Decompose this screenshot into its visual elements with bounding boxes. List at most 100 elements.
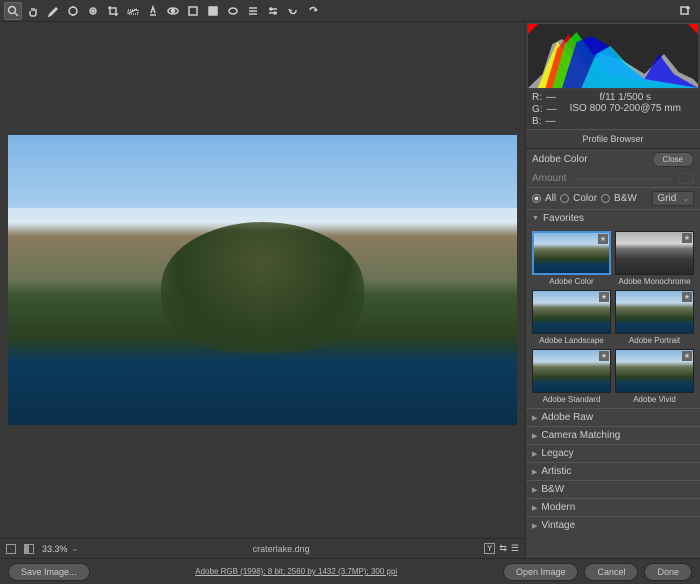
group-header-camera-matching[interactable]: ▶Camera Matching	[526, 426, 700, 444]
group-header-vintage[interactable]: ▶ Vintage	[526, 516, 700, 534]
filter-all-label: All	[545, 193, 556, 204]
group-label: Adobe Raw	[541, 412, 593, 423]
star-icon[interactable]: ★	[598, 234, 608, 244]
radio-all[interactable]	[532, 194, 541, 203]
group-label: Vintage	[541, 520, 575, 531]
favorites-label: Favorites	[543, 213, 584, 224]
r-value: —	[546, 92, 556, 103]
r-label: R:	[532, 92, 542, 103]
profile-thumb: ★	[615, 349, 694, 393]
chevron-right-icon: ▶	[532, 522, 537, 530]
workflow-link[interactable]: Adobe RGB (1998); 8 bit; 2560 by 1432 (3…	[96, 567, 497, 576]
metadata-row: R:— G:— B:— f/11 1/500 s ISO 800 70-200@…	[526, 90, 700, 129]
star-icon[interactable]: ★	[682, 351, 692, 361]
star-icon[interactable]: ★	[682, 292, 692, 302]
current-profile-label: Adobe Color	[532, 154, 588, 165]
amount-label: Amount	[532, 173, 566, 184]
profile-thumb: ★	[532, 290, 611, 334]
group-header-modern[interactable]: ▶Modern	[526, 498, 700, 516]
iso-lens-label: ISO 800 70-200@75 mm	[557, 103, 694, 114]
rotate-ccw-tool[interactable]	[284, 2, 302, 20]
profile-tile-adobe-monochrome[interactable]: ★Adobe Monochrome	[615, 231, 694, 286]
eyedropper-tool[interactable]	[44, 2, 62, 20]
settings-icon[interactable]: ☰	[511, 543, 519, 554]
preview-image	[8, 135, 517, 425]
zoom-value: 33.3%	[42, 544, 68, 554]
adjustment-brush-tool[interactable]	[184, 2, 202, 20]
done-button[interactable]: Done	[644, 563, 692, 581]
profile-tile-adobe-color[interactable]: ★Adobe Color	[532, 231, 611, 286]
view-select[interactable]: Grid ⌄	[652, 191, 694, 206]
amount-value	[678, 173, 694, 184]
profile-label: Adobe Portrait	[615, 334, 694, 345]
star-icon[interactable]: ★	[682, 233, 692, 243]
g-label: G:	[532, 104, 543, 115]
panel-title: Profile Browser	[526, 129, 700, 149]
amount-slider	[572, 178, 671, 180]
chevron-right-icon: ▶	[532, 468, 537, 476]
chevron-right-icon: ▶	[532, 450, 537, 458]
shadow-clip-warning-icon[interactable]	[528, 24, 538, 34]
spot-removal-tool[interactable]	[144, 2, 162, 20]
side-panel: R:— G:— B:— f/11 1/500 s ISO 800 70-200@…	[525, 22, 700, 558]
chevron-down-icon: ⌄	[682, 194, 689, 203]
transform-tool[interactable]	[244, 2, 262, 20]
straighten-tool[interactable]	[124, 2, 142, 20]
chevron-right-icon: ▶	[532, 486, 537, 494]
canvas-area[interactable]	[0, 22, 525, 538]
favorites-header[interactable]: ▼ Favorites	[526, 209, 700, 227]
profile-tile-adobe-landscape[interactable]: ★Adobe Landscape	[532, 290, 611, 345]
hand-tool[interactable]	[24, 2, 42, 20]
viewer-status-bar: 33.3% ⌄ craterlake.dng Y ⇆ ☰	[0, 538, 525, 558]
save-image-button[interactable]: Save Image...	[8, 563, 90, 581]
radial-filter-tool[interactable]	[224, 2, 242, 20]
targeted-adjustment-tool[interactable]	[84, 2, 102, 20]
zoom-tool[interactable]	[4, 2, 22, 20]
profiles-grid: ★Adobe Color★Adobe Monochrome★Adobe Land…	[526, 227, 700, 408]
open-image-button[interactable]: Open Image	[503, 563, 579, 581]
profile-thumb: ★	[532, 349, 611, 393]
chevron-down-icon: ⌄	[72, 544, 79, 553]
redeye-tool[interactable]	[164, 2, 182, 20]
preset-new-icon[interactable]	[676, 2, 694, 20]
chevron-down-icon: ▼	[532, 215, 539, 222]
close-button[interactable]: Close	[652, 152, 694, 167]
grid-toggle-icon[interactable]	[6, 544, 16, 554]
chevron-right-icon: ▶	[532, 504, 537, 512]
rotate-cw-tool[interactable]	[304, 2, 322, 20]
crop-tool[interactable]	[104, 2, 122, 20]
star-icon[interactable]: ★	[599, 292, 609, 302]
profile-tile-adobe-vivid[interactable]: ★Adobe Vivid	[615, 349, 694, 404]
before-after-icon[interactable]	[24, 544, 34, 554]
radio-bw[interactable]	[601, 194, 610, 203]
swap-icon[interactable]: ⇆	[499, 543, 507, 554]
compare-y-icon[interactable]: Y	[484, 543, 495, 554]
histogram[interactable]	[528, 24, 698, 88]
radio-color[interactable]	[560, 194, 569, 203]
filter-color-label: Color	[573, 193, 597, 204]
highlight-clip-warning-icon[interactable]	[688, 24, 698, 34]
group-header-adobe-raw[interactable]: ▶Adobe Raw	[526, 408, 700, 426]
profile-thumb: ★	[615, 290, 694, 334]
zoom-select[interactable]: 33.3% ⌄	[42, 544, 78, 554]
top-toolbar	[0, 0, 700, 22]
group-header-legacy[interactable]: ▶Legacy	[526, 444, 700, 462]
cancel-button[interactable]: Cancel	[584, 563, 638, 581]
main-area: 33.3% ⌄ craterlake.dng Y ⇆ ☰	[0, 22, 700, 558]
group-header-artistic[interactable]: ▶ Artistic	[526, 462, 700, 480]
g-value: —	[547, 104, 557, 115]
graduated-filter-tool[interactable]	[204, 2, 222, 20]
histogram-curves	[528, 24, 698, 88]
chevron-right-icon: ▶	[532, 432, 537, 440]
color-sampler-tool[interactable]	[64, 2, 82, 20]
star-icon[interactable]: ★	[599, 351, 609, 361]
group-label: Artistic	[541, 466, 571, 477]
profile-tile-adobe-standard[interactable]: ★Adobe Standard	[532, 349, 611, 404]
preferences-tool[interactable]	[264, 2, 282, 20]
group-label: B&W	[541, 484, 564, 495]
filter-radio-group: All Color B&W	[532, 193, 637, 204]
filename-label: craterlake.dng	[86, 544, 476, 554]
group-header-b&w[interactable]: ▶ B&W	[526, 480, 700, 498]
profile-tile-adobe-portrait[interactable]: ★ Adobe Portrait	[615, 290, 694, 345]
profile-thumb: ★	[615, 231, 694, 275]
